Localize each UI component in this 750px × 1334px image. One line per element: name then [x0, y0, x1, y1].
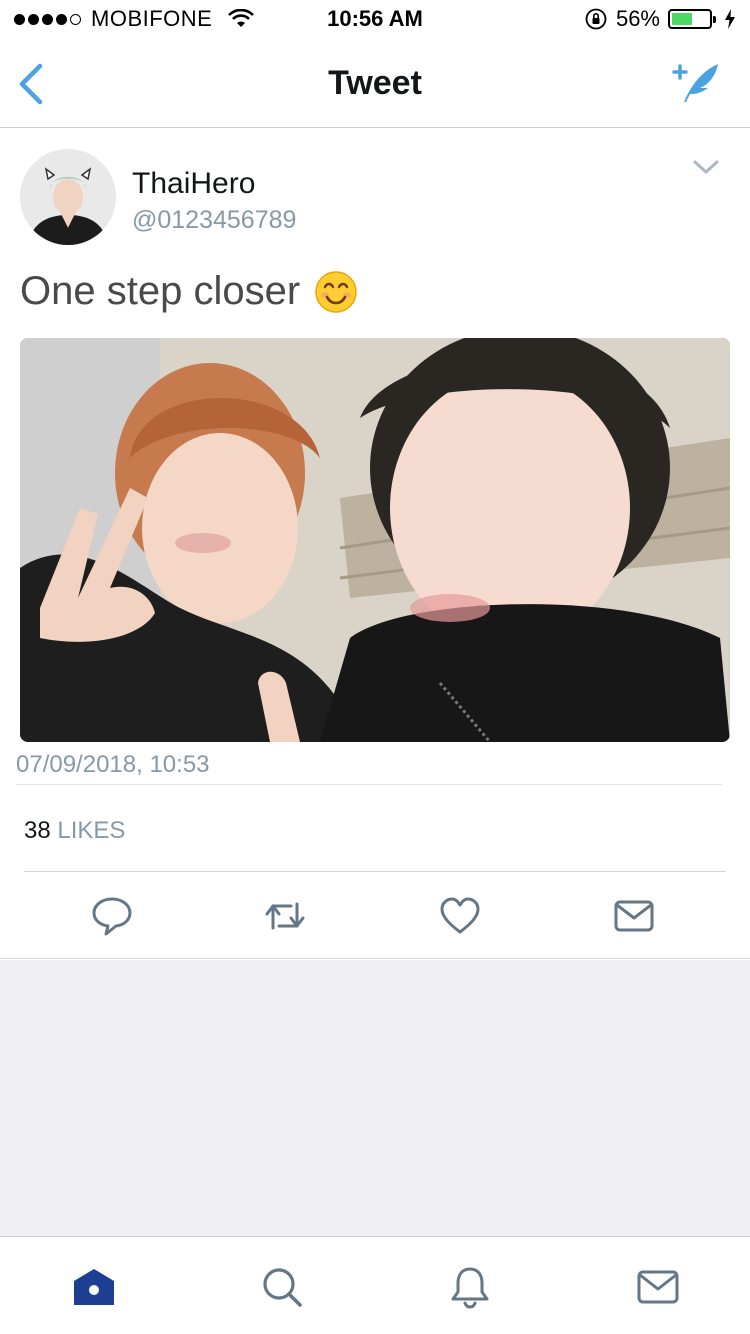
retweet-icon[interactable] [263, 894, 307, 938]
like-heart-icon[interactable] [438, 894, 482, 938]
likes-label: LIKES [57, 817, 126, 844]
divider [16, 784, 722, 785]
photo-image [20, 338, 730, 742]
page-title: Tweet [328, 64, 422, 102]
battery-fill [672, 13, 693, 25]
notifications-bell-icon[interactable] [448, 1265, 492, 1309]
tweet-photo[interactable] [20, 338, 730, 742]
likes-count: 38 [24, 817, 51, 844]
battery-icon [668, 9, 716, 29]
compose-quill-icon[interactable] [670, 58, 722, 106]
avatar[interactable] [20, 149, 116, 245]
tweet-detail: ThaiHero @0123456789 One step closer 07/… [0, 129, 750, 959]
likes-count-link[interactable]: 38 LIKES [24, 817, 125, 845]
battery-percent: 56% [615, 6, 660, 31]
smiling-face-emoji [315, 270, 357, 313]
home-icon[interactable] [72, 1265, 116, 1309]
avatar-image [20, 149, 116, 245]
status-bar: MOBIFONE 10:56 AM 56% [0, 0, 750, 40]
rotation-lock-icon [585, 8, 607, 30]
messages-envelope-icon[interactable] [636, 1265, 680, 1309]
direct-message-icon[interactable] [612, 894, 656, 938]
tweet-actions [0, 894, 750, 940]
tweet-timestamp: 07/09/2018, 10:53 [16, 751, 210, 778]
chevron-down-icon[interactable] [692, 157, 720, 177]
charging-bolt-icon [725, 9, 735, 29]
empty-area [0, 960, 750, 1236]
reply-icon[interactable] [90, 894, 134, 938]
nav-bar: Tweet [0, 40, 750, 128]
status-right: 56% [584, 6, 736, 32]
divider [24, 871, 726, 872]
user-name[interactable]: ThaiHero [132, 167, 255, 201]
tweet-text: One step closer [20, 269, 358, 314]
tab-bar [0, 1236, 750, 1334]
search-icon[interactable] [260, 1265, 304, 1309]
tweet-text-content: One step closer [20, 269, 301, 313]
user-handle[interactable]: @0123456789 [132, 206, 296, 235]
